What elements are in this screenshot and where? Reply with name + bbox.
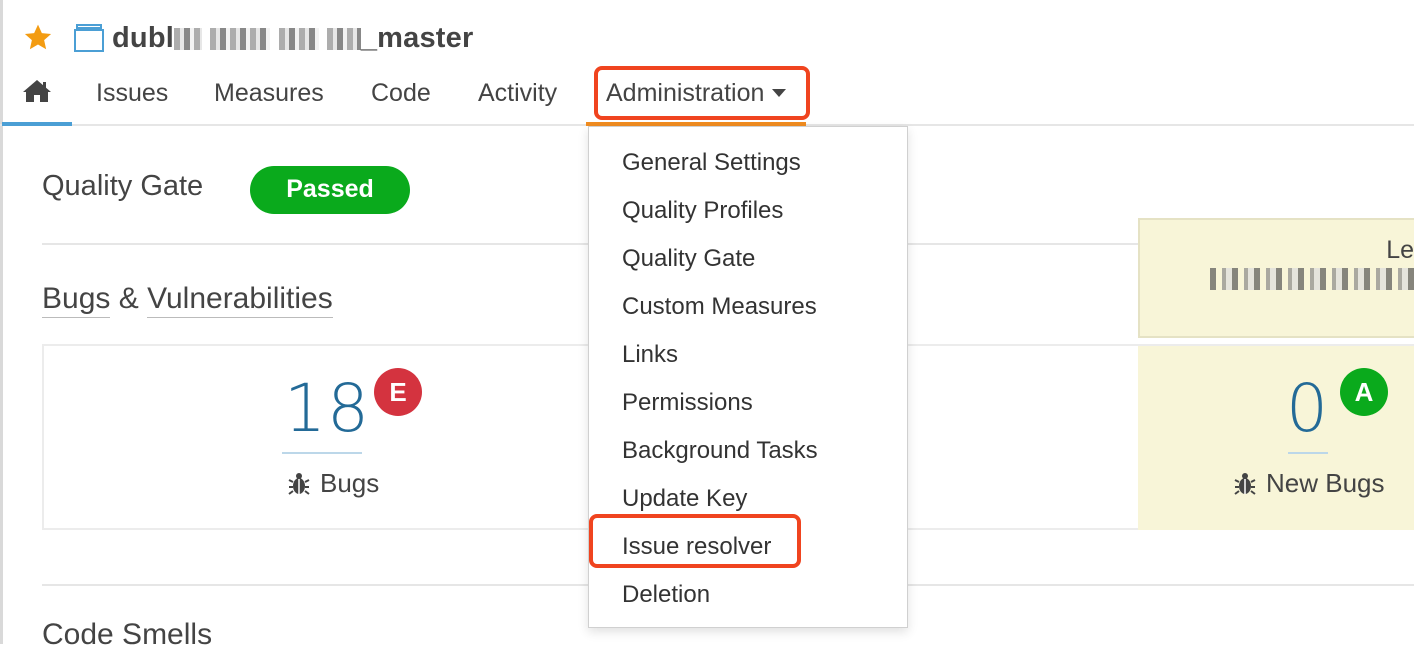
redacted-text [326, 27, 361, 50]
new-bugs-rating-badge[interactable]: A [1340, 368, 1388, 416]
redacted-text [278, 27, 319, 50]
quality-gate-title: Quality Gate [42, 170, 204, 202]
menu-item-permissions[interactable]: Permissions [622, 389, 753, 417]
leak-period-label: Le [1386, 236, 1414, 264]
nav-issues[interactable]: Issues [96, 62, 168, 124]
menu-item-issue-resolver[interactable]: Issue resolver [622, 533, 771, 561]
menu-item-quality-profiles[interactable]: Quality Profiles [622, 197, 783, 225]
bugs-vulnerabilities-title: Bugs & Vulnerabilities [42, 282, 333, 318]
project-icon [74, 24, 104, 52]
new-bugs-count-underline [1288, 452, 1328, 454]
bugs-count[interactable]: 18 [284, 370, 370, 447]
code-smells-title[interactable]: Code Smells [42, 618, 212, 652]
menu-item-custom-measures[interactable]: Custom Measures [622, 293, 817, 321]
menu-item-deletion[interactable]: Deletion [622, 581, 710, 609]
nav-measures[interactable]: Measures [214, 62, 324, 124]
menu-item-update-key[interactable]: Update Key [622, 485, 747, 513]
bugs-link[interactable]: Bugs [42, 282, 111, 318]
new-bugs-label-text: New Bugs [1266, 468, 1385, 498]
quality-gate-status-badge: Passed [250, 166, 410, 214]
redacted-text [174, 27, 203, 50]
menu-item-links[interactable]: Links [622, 341, 678, 369]
menu-item-quality-gate[interactable]: Quality Gate [622, 245, 755, 273]
administration-dropdown-menu: General Settings Quality Profiles Qualit… [588, 126, 908, 628]
bugs-count-underline [282, 452, 362, 454]
bug-icon [1234, 472, 1256, 495]
bug-icon [288, 472, 310, 495]
caret-down-icon [772, 89, 787, 98]
nav-code[interactable]: Code [371, 62, 431, 124]
redacted-text [1210, 268, 1414, 290]
project-name[interactable]: dubl _master [112, 22, 473, 55]
bugs-label: Bugs [288, 468, 379, 499]
ampersand: & [110, 282, 148, 315]
home-icon [23, 80, 51, 103]
project-header: dubl _master [22, 18, 473, 58]
new-bugs-label: New Bugs [1234, 468, 1385, 499]
vulnerabilities-link[interactable]: Vulnerabilities [147, 282, 333, 318]
star-icon[interactable] [22, 22, 54, 54]
nav-activity[interactable]: Activity [478, 62, 557, 124]
menu-item-background-tasks[interactable]: Background Tasks [622, 437, 818, 465]
bugs-label-text: Bugs [320, 468, 380, 498]
nav-administration-label: Administration [606, 79, 765, 107]
nav-home[interactable] [2, 62, 72, 126]
menu-item-general-settings[interactable]: General Settings [622, 149, 801, 177]
nav-administration[interactable]: Administration [586, 62, 807, 126]
project-nav: Issues Measures Code Activity Administra… [0, 62, 1414, 126]
redacted-text [210, 27, 271, 50]
new-bugs-count[interactable]: 0 [1286, 370, 1329, 447]
leak-period-panel: Le [1138, 218, 1414, 338]
bugs-rating-badge[interactable]: E [374, 368, 422, 416]
